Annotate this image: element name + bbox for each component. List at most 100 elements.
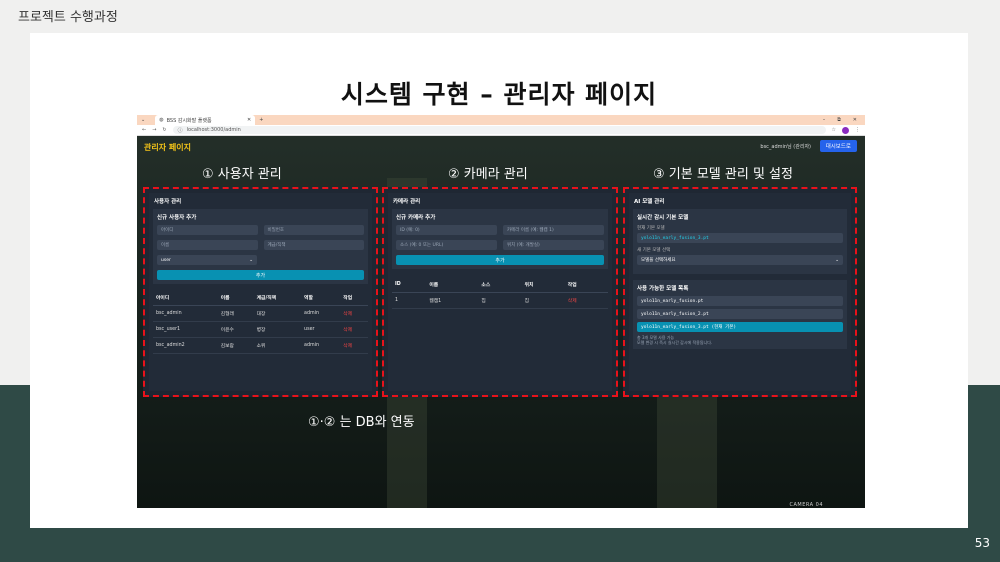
minimize-icon[interactable]: – (823, 117, 826, 123)
cell-id: 1 (392, 292, 427, 309)
site-info-icon: ⓘ (177, 127, 183, 134)
model-list-item-active[interactable]: yolo11n_early_fusion_3.pt (현재 기본) (637, 322, 843, 332)
column-header: 작업 (340, 290, 368, 306)
camera-management-panel: 카메라 관리 신규 카메라 추가 ID (예: 0) 카메라 이름 (예: 웹캠… (382, 187, 618, 397)
window-close-icon[interactable]: ✕ (853, 117, 857, 123)
cell-source: 집 (478, 292, 522, 309)
annotation-users: ① 사용자 관리 (202, 167, 282, 182)
column-header: 계급/직책 (253, 290, 302, 306)
column-header: 작업 (564, 277, 608, 293)
delete-button[interactable]: 삭제 (340, 321, 368, 338)
annotation-cameras: ② 카메라 관리 (448, 167, 528, 182)
cell-id: bsc_admin (153, 305, 218, 322)
realtime-model-title: 실시간 감시 기본 모델 (637, 215, 689, 221)
chevron-down-icon: ⌄ (835, 257, 839, 263)
slide-card: 시스템 구현 – 관리자 페이지 ⌄ ◍ BSS 감시화말 플랫폼 ✕ + – … (30, 33, 968, 528)
dashboard-button[interactable]: 대시보드로 (819, 140, 857, 152)
column-header: 위치 (521, 277, 565, 293)
cell-name: 웹캠1 (426, 292, 479, 309)
column-header: 역할 (301, 290, 341, 306)
cell-location: 집 (521, 292, 565, 309)
cell-rank: 소위 (253, 337, 302, 354)
delete-button[interactable]: 삭제 (340, 337, 368, 354)
cell-name: 이윤수 (217, 321, 254, 338)
slide-section-label: 프로젝트 수행과정 (18, 10, 118, 25)
new-tab-icon[interactable]: + (259, 117, 263, 123)
restore-icon[interactable]: ⧉ (837, 117, 841, 123)
camera-id-input[interactable]: ID (예: 0) (396, 225, 497, 235)
model-management-panel: AI 모델 관리 실시간 감시 기본 모델 현재 기본 모델 yolo11n_e… (623, 187, 857, 397)
user-rank-input[interactable]: 계급/직책 (263, 240, 364, 250)
table-row: bsc_user1 이윤수 병장 user 삭제 (153, 321, 368, 338)
chevron-down-icon: ⌄ (249, 257, 253, 263)
forward-icon[interactable]: → (152, 127, 156, 133)
role-select[interactable]: user ⌄ (157, 255, 257, 265)
current-model-value: yolo11n_early_fusion_3.pt (637, 233, 843, 243)
url-field[interactable]: ⓘ localhost:3000/admin (172, 126, 826, 134)
back-icon[interactable]: ← (142, 127, 146, 133)
cell-rank: 대장 (253, 305, 302, 322)
bookmark-star-icon[interactable]: ☆ (832, 127, 836, 133)
current-user: bsc_admin님 (관리자) (760, 144, 811, 150)
user-panel-header: 사용자 관리 (154, 199, 182, 205)
table-row: bsc_admin 김형래 대장 admin 삭제 (153, 305, 368, 322)
camera-panel-header: 카메라 관리 (393, 199, 421, 205)
current-model-label: 현재 기본 모델 (637, 226, 665, 231)
delete-button[interactable]: 삭제 (564, 292, 608, 309)
cell-role: admin (301, 305, 341, 322)
camera-location-input[interactable]: 위치 (예: 개발실) (503, 240, 604, 250)
delete-button[interactable]: 삭제 (340, 305, 368, 322)
cell-role: user (301, 321, 341, 338)
cell-name: 김형래 (217, 305, 254, 322)
model-list-item[interactable]: yolo11n_early_fusion.pt (637, 296, 843, 306)
available-models-section: 사용 가능한 모델 목록 yolo11n_early_fusion.pt yol… (633, 280, 847, 350)
address-bar: ← → ↻ ⓘ localhost:3000/admin ☆ ⋮ (137, 125, 865, 136)
tab-title: BSS 감시화말 플랫폼 (166, 117, 212, 124)
user-password-input[interactable]: 비밀번호 (263, 225, 364, 235)
annotation-db-link: ①·② 는 DB와 연동 (308, 415, 415, 430)
role-select-value: user (161, 257, 171, 263)
url-text: localhost:3000/admin (186, 127, 241, 133)
camera-source-input[interactable]: 소스 (예: 0 또는 URL) (396, 240, 497, 250)
new-user-form: 신규 사용자 추가 아이디 비밀번호 이름 계급/직책 user ⌄ 추가 (153, 209, 368, 284)
app-page-title: 관리자 페이지 (144, 143, 191, 152)
cell-rank: 병장 (253, 321, 302, 338)
realtime-model-section: 실시간 감시 기본 모델 현재 기본 모델 yolo11n_early_fusi… (633, 209, 847, 274)
cell-id: bsc_user1 (153, 321, 218, 338)
profile-avatar[interactable] (842, 126, 849, 134)
model-change-note: 모델 변경 시 즉시 실시간 감시에 적용됩니다. (637, 340, 713, 346)
user-id-input[interactable]: 아이디 (157, 225, 258, 235)
slide-title: 시스템 구현 – 관리자 페이지 (340, 80, 658, 109)
add-camera-button[interactable]: 추가 (396, 255, 604, 265)
annotation-models: ③ 기본 모델 관리 및 설정 (653, 167, 793, 182)
user-name-input[interactable]: 이름 (157, 240, 258, 250)
menu-kebab-icon[interactable]: ⋮ (855, 127, 860, 133)
new-camera-form: 신규 카메라 추가 ID (예: 0) 카메라 이름 (예: 웹캠 1) 소스 … (392, 209, 608, 269)
model-select-placeholder: 모델을 선택하세요 (641, 258, 676, 263)
table-row: bsc_admin2 김보람 소위 admin 삭제 (153, 337, 368, 354)
camera-name-input[interactable]: 카메라 이름 (예: 웹캠 1) (503, 225, 604, 235)
close-tab-icon[interactable]: ✕ (247, 117, 251, 123)
column-header: 소스 (478, 277, 522, 293)
add-user-button[interactable]: 추가 (157, 270, 364, 280)
model-panel-header: AI 모델 관리 (634, 199, 665, 205)
column-header: 이름 (426, 277, 479, 293)
column-header: 아이디 (153, 290, 218, 306)
column-header: ID (392, 277, 427, 293)
browser-tab-bar: ⌄ ◍ BSS 감시화말 플랫폼 ✕ + – ⧉ ✕ (137, 115, 865, 125)
browser-tab[interactable]: ◍ BSS 감시화말 플랫폼 ✕ (155, 115, 256, 125)
globe-icon: ◍ (159, 117, 164, 123)
camera-overlay-label: CAMERA 04 (789, 502, 823, 508)
model-list-item[interactable]: yolo11n_early_fusion_2.pt (637, 309, 843, 319)
cell-role: admin (301, 337, 341, 354)
reload-icon[interactable]: ↻ (162, 127, 166, 133)
new-model-label: 새 기본 모델 선택 (637, 248, 671, 253)
table-row: 1 웹캠1 집 집 삭제 (392, 292, 608, 309)
cell-id: bsc_admin2 (153, 337, 218, 354)
chevron-down-icon[interactable]: ⌄ (141, 117, 145, 123)
model-select[interactable]: 모델을 선택하세요 ⌄ (637, 255, 843, 265)
column-header: 이름 (217, 290, 254, 306)
page-number: 53 (974, 536, 990, 550)
new-user-form-title: 신규 사용자 추가 (157, 215, 197, 221)
user-management-panel: 사용자 관리 신규 사용자 추가 아이디 비밀번호 이름 계급/직책 user … (143, 187, 378, 397)
